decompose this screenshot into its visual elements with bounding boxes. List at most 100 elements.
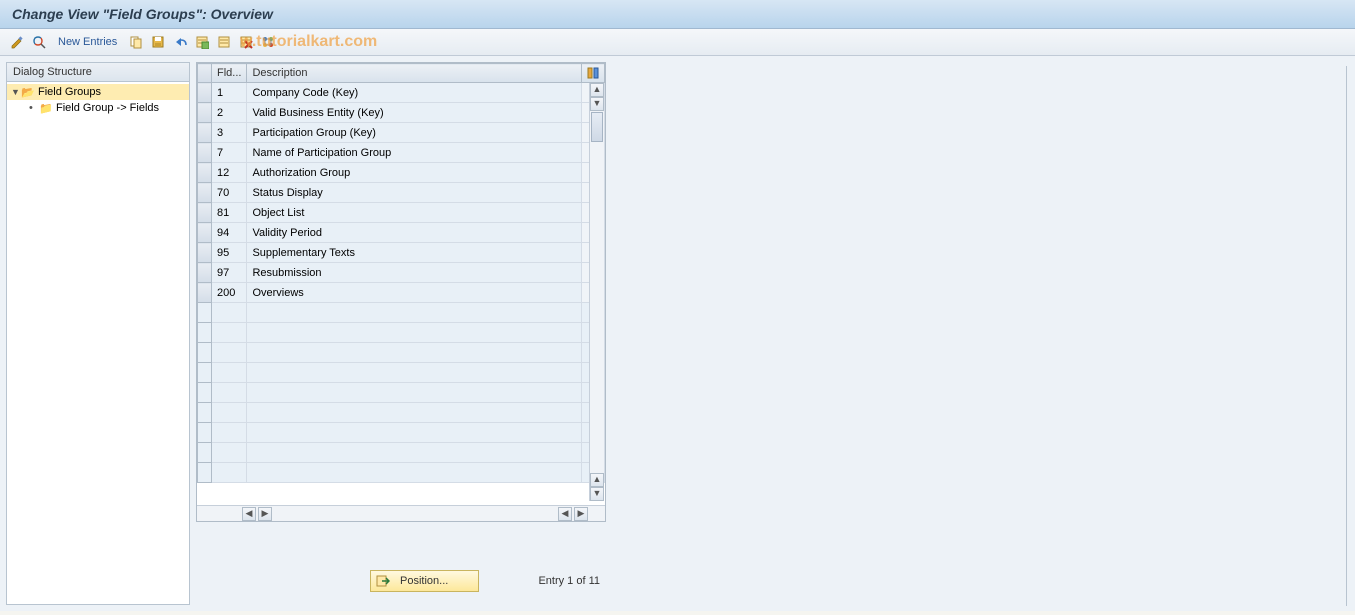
scroll-down2-icon[interactable]: ▼ — [590, 487, 604, 501]
cell-fld[interactable]: 2 — [212, 103, 247, 123]
row-selector[interactable] — [198, 343, 212, 363]
row-selector[interactable] — [198, 403, 212, 423]
scroll-down-icon[interactable]: ▼ — [590, 97, 604, 111]
scroll-thumb[interactable] — [591, 112, 603, 142]
table-row[interactable]: 2Valid Business Entity (Key) — [198, 103, 605, 123]
row-selector[interactable] — [198, 103, 212, 123]
row-selector[interactable] — [198, 383, 212, 403]
row-selector[interactable] — [198, 363, 212, 383]
new-entries-button[interactable]: New Entries — [52, 36, 123, 48]
cell-fld[interactable]: 95 — [212, 243, 247, 263]
table-row[interactable]: 3Participation Group (Key) — [198, 123, 605, 143]
cell-fld[interactable]: 94 — [212, 223, 247, 243]
table-row[interactable] — [198, 323, 605, 343]
row-selector[interactable] — [198, 163, 212, 183]
scroll-up2-icon[interactable]: ▲ — [590, 473, 604, 487]
table-row[interactable]: 7Name of Participation Group — [198, 143, 605, 163]
table-row[interactable]: 12Authorization Group — [198, 163, 605, 183]
cell-fld[interactable] — [212, 323, 247, 343]
cell-description[interactable]: Company Code (Key) — [247, 83, 582, 103]
table-row[interactable] — [198, 443, 605, 463]
table-row[interactable] — [198, 403, 605, 423]
row-selector[interactable] — [198, 423, 212, 443]
row-selector[interactable] — [198, 243, 212, 263]
tree-node-field-groups[interactable]: ▼ Field Groups — [7, 84, 189, 100]
cell-description[interactable] — [247, 443, 582, 463]
cell-description[interactable] — [247, 383, 582, 403]
cell-description[interactable]: Supplementary Texts — [247, 243, 582, 263]
row-selector[interactable] — [198, 323, 212, 343]
row-selector[interactable] — [198, 223, 212, 243]
cell-fld[interactable]: 200 — [212, 283, 247, 303]
row-selector[interactable] — [198, 123, 212, 143]
row-selector[interactable] — [198, 143, 212, 163]
cell-fld[interactable]: 3 — [212, 123, 247, 143]
cell-fld[interactable] — [212, 303, 247, 323]
cell-description[interactable] — [247, 343, 582, 363]
table-row[interactable] — [198, 343, 605, 363]
table-row[interactable]: 95Supplementary Texts — [198, 243, 605, 263]
cell-description[interactable]: Validity Period — [247, 223, 582, 243]
table-row[interactable]: 200Overviews — [198, 283, 605, 303]
cell-description[interactable] — [247, 463, 582, 483]
find-icon[interactable] — [30, 33, 48, 51]
deselect-all-icon[interactable] — [215, 33, 233, 51]
cell-fld[interactable] — [212, 443, 247, 463]
table-row[interactable] — [198, 363, 605, 383]
position-button[interactable]: Position... — [370, 570, 479, 592]
scroll-left2-icon[interactable]: ◀ — [558, 507, 572, 521]
cell-description[interactable]: Participation Group (Key) — [247, 123, 582, 143]
cell-fld[interactable] — [212, 363, 247, 383]
table-row[interactable] — [198, 303, 605, 323]
column-header-description[interactable]: Description — [247, 64, 582, 83]
row-selector[interactable] — [198, 283, 212, 303]
undo-icon[interactable] — [171, 33, 189, 51]
cell-fld[interactable]: 81 — [212, 203, 247, 223]
table-settings-icon[interactable] — [582, 64, 605, 83]
cell-fld[interactable]: 7 — [212, 143, 247, 163]
cell-description[interactable]: Authorization Group — [247, 163, 582, 183]
tree-collapse-icon[interactable]: ▼ — [11, 87, 21, 97]
cell-fld[interactable]: 1 — [212, 83, 247, 103]
save-icon[interactable] — [149, 33, 167, 51]
delete-icon[interactable] — [237, 33, 255, 51]
cell-description[interactable]: Overviews — [247, 283, 582, 303]
cell-description[interactable] — [247, 363, 582, 383]
scroll-right-icon[interactable]: ▶ — [258, 507, 272, 521]
row-selector[interactable] — [198, 83, 212, 103]
cell-description[interactable]: Valid Business Entity (Key) — [247, 103, 582, 123]
cell-description[interactable]: Object List — [247, 203, 582, 223]
cell-description[interactable] — [247, 423, 582, 443]
cell-fld[interactable] — [212, 423, 247, 443]
row-selector[interactable] — [198, 203, 212, 223]
table-row[interactable]: 1Company Code (Key) — [198, 83, 605, 103]
scroll-left-icon[interactable]: ◀ — [242, 507, 256, 521]
row-selector[interactable] — [198, 303, 212, 323]
row-selector[interactable] — [198, 263, 212, 283]
row-selector[interactable] — [198, 443, 212, 463]
cell-fld[interactable] — [212, 343, 247, 363]
table-row[interactable] — [198, 423, 605, 443]
row-selector[interactable] — [198, 463, 212, 483]
table-row[interactable] — [198, 463, 605, 483]
table-row[interactable]: 81Object List — [198, 203, 605, 223]
table-row[interactable]: 97Resubmission — [198, 263, 605, 283]
cell-description[interactable]: Name of Participation Group — [247, 143, 582, 163]
scroll-right2-icon[interactable]: ▶ — [574, 507, 588, 521]
cell-fld[interactable]: 12 — [212, 163, 247, 183]
cell-fld[interactable]: 97 — [212, 263, 247, 283]
table-row[interactable]: 70Status Display — [198, 183, 605, 203]
cell-description[interactable] — [247, 403, 582, 423]
column-header-fld[interactable]: Fld... — [212, 64, 247, 83]
cell-description[interactable] — [247, 303, 582, 323]
cell-fld[interactable] — [212, 463, 247, 483]
tree-nav-icon[interactable] — [259, 33, 277, 51]
scroll-up-icon[interactable]: ▲ — [590, 83, 604, 97]
tree-node-field-group-fields[interactable]: • Field Group -> Fields — [25, 100, 189, 116]
grid-corner[interactable] — [198, 64, 212, 83]
copy-icon[interactable] — [127, 33, 145, 51]
cell-fld[interactable]: 70 — [212, 183, 247, 203]
cell-description[interactable] — [247, 323, 582, 343]
table-row[interactable] — [198, 383, 605, 403]
select-all-icon[interactable] — [193, 33, 211, 51]
